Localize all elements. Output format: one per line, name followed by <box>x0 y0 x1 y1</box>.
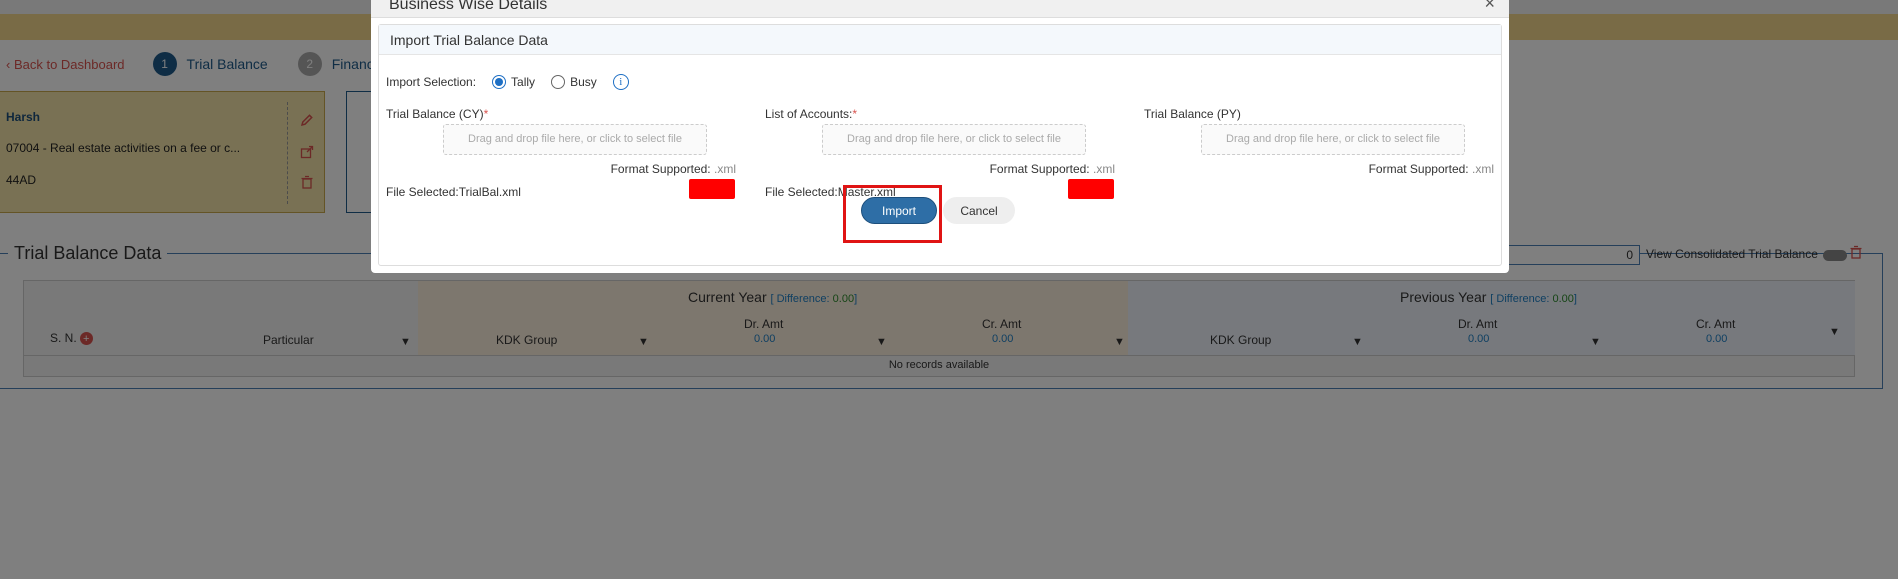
radio-tally-input[interactable] <box>492 75 507 89</box>
modal-title: Business Wise Details <box>389 0 548 13</box>
upload-trial-balance-py: Trial Balance (PY) Drag and drop file he… <box>1144 107 1494 207</box>
file-dropzone[interactable]: Drag and drop file here, or click to sel… <box>822 124 1086 155</box>
radio-tally[interactable]: Tally <box>492 75 535 89</box>
file-dropzone[interactable]: Drag and drop file here, or click to sel… <box>443 124 707 155</box>
import-selection-label: Import Selection: <box>386 75 477 89</box>
upload-label: List of Accounts:* <box>765 107 858 121</box>
import-modal: Business Wise Details × Import Trial Bal… <box>371 0 1509 273</box>
radio-busy[interactable]: Busy <box>551 75 597 89</box>
remove-file-button[interactable] <box>1068 179 1114 199</box>
import-button[interactable]: Import <box>861 197 937 224</box>
upload-label: Trial Balance (CY)* <box>386 107 489 121</box>
file-dropzone[interactable]: Drag and drop file here, or click to sel… <box>1201 124 1465 155</box>
import-section-title: Import Trial Balance Data <box>390 32 548 48</box>
import-selection-row: Import Selection: Tally Busy i <box>386 73 629 91</box>
file-selected-text: File Selected:TrialBal.xml <box>386 185 521 199</box>
radio-tally-label: Tally <box>511 75 536 89</box>
close-icon[interactable]: × <box>1484 0 1495 14</box>
format-supported: Format Supported: .xml <box>610 162 736 176</box>
cancel-button[interactable]: Cancel <box>943 197 1015 224</box>
info-icon[interactable]: i <box>612 74 629 90</box>
format-supported: Format Supported: .xml <box>989 162 1115 176</box>
import-section-header: Import Trial Balance Data <box>379 25 1501 55</box>
upload-trial-balance-cy: Trial Balance (CY)* Drag and drop file h… <box>386 107 736 207</box>
format-supported: Format Supported: .xml <box>1368 162 1494 176</box>
upload-label: Trial Balance (PY) <box>1144 107 1241 121</box>
modal-header: Business Wise Details × <box>371 0 1509 18</box>
remove-file-button[interactable] <box>689 179 735 199</box>
radio-busy-label: Busy <box>570 75 597 89</box>
radio-busy-input[interactable] <box>551 75 566 89</box>
